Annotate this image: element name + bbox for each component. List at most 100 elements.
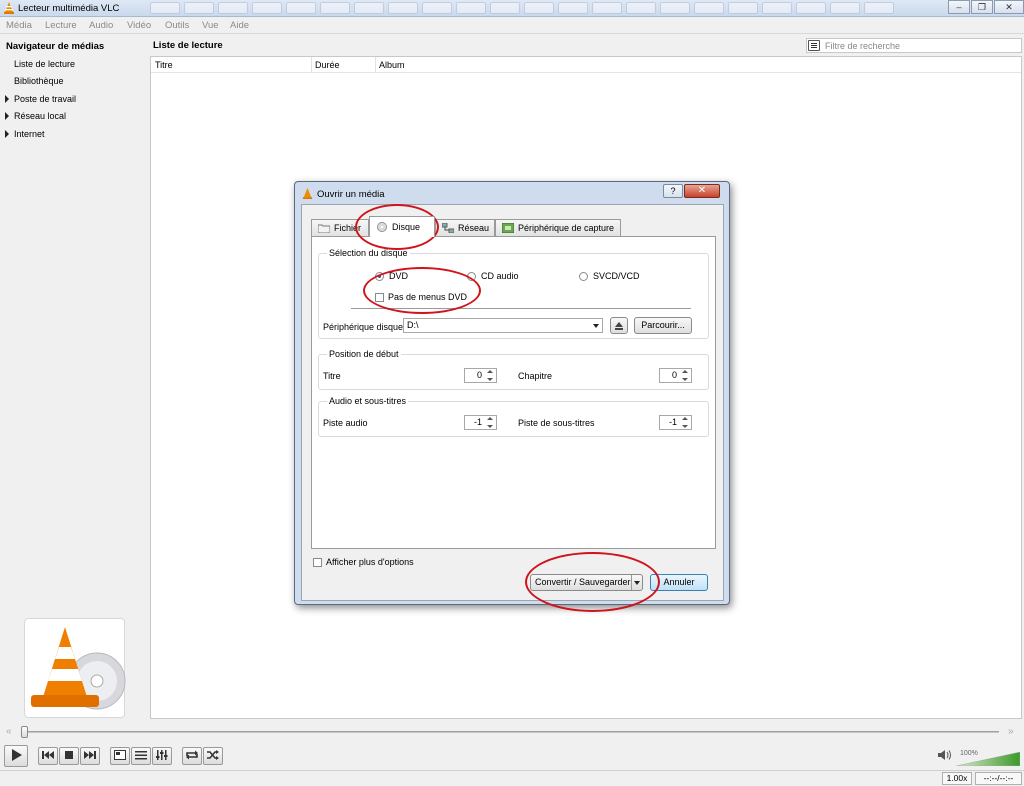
tab-file[interactable]: Fichier [311,219,369,236]
loop-icon [186,750,198,760]
playlist-title: Liste de lecture [153,40,223,51]
column-title[interactable]: Titre [155,60,173,70]
radio-cd-audio[interactable] [467,272,476,281]
sidebar-item-playlist[interactable]: Liste de lecture [14,59,75,69]
background-taskbar [120,1,954,15]
radio-dvd-label[interactable]: DVD [389,271,408,281]
fullscreen-button[interactable] [110,747,130,765]
seek-bar[interactable]: « » [0,724,1024,740]
subtitle-track-label: Piste de sous-titres [518,418,595,428]
stop-icon [65,751,73,759]
media-browser-sidebar: Navigateur de médias Liste de lecture Bi… [0,35,150,718]
menu-vue[interactable]: Vue [202,20,219,31]
shuffle-button[interactable] [203,747,223,765]
dialog-title: Ouvrir un média [317,189,385,200]
tab-disc[interactable]: Disque [369,216,435,237]
no-dvd-menus-checkbox[interactable] [375,293,384,302]
loop-button[interactable] [182,747,202,765]
browse-button[interactable]: Parcourir... [634,317,692,334]
title-label: Titre [323,371,341,381]
subtitle-track-spinbox[interactable]: -1 [659,415,692,430]
help-button[interactable]: ? [663,184,683,198]
chevron-down-icon[interactable] [634,581,640,585]
spin-up-icon[interactable] [680,369,690,375]
equalizer-icon [156,750,168,760]
cancel-button[interactable]: Annuler [650,574,708,591]
audio-subtitles-group: Audio et sous-titres Piste audio -1 Pist… [318,396,709,437]
seek-forward-icon[interactable]: » [1008,726,1014,737]
column-album[interactable]: Album [379,60,405,70]
radio-dvd[interactable] [375,272,384,281]
playback-speed[interactable]: 1.00x [942,772,972,785]
seek-back-icon[interactable]: « [6,726,12,737]
spin-down-icon[interactable] [485,423,495,429]
minimize-button[interactable]: – [948,0,970,14]
close-icon: ✕ [1005,1,1013,12]
show-more-options-checkbox[interactable] [313,558,322,567]
stop-button[interactable] [59,747,79,765]
playlist-toggle-button[interactable] [131,747,151,765]
time-display[interactable]: --:--/--:-- [975,772,1022,785]
dialog-body: Fichier Disque Réseau Périphérique de ca… [301,204,724,601]
disc-device-label: Périphérique disque [323,322,404,332]
seek-handle[interactable] [21,726,28,738]
previous-button[interactable] [38,747,58,765]
tab-network[interactable]: Réseau [435,219,495,236]
menu-audio[interactable]: Audio [89,20,113,31]
search-filter[interactable]: Filtre de recherche [806,38,1022,53]
maximize-button[interactable]: ❐ [971,0,993,14]
search-input[interactable]: Filtre de recherche [825,41,900,51]
status-bar: 1.00x --:--/--:-- [0,770,1024,786]
audio-track-label: Piste audio [323,418,368,428]
spin-down-icon[interactable] [485,376,495,382]
menu-aide[interactable]: Aide [230,20,249,31]
vlc-cone-icon [302,188,313,199]
radio-cd-audio-label[interactable]: CD audio [481,271,519,281]
speaker-icon[interactable] [938,749,952,761]
audio-subtitles-label: Audio et sous-titres [327,396,409,406]
chapter-label: Chapitre [518,371,553,381]
fullscreen-icon [114,750,126,760]
spin-up-icon[interactable] [485,369,495,375]
chevron-down-icon [593,324,599,328]
sidebar-item-workstation[interactable]: Poste de travail [14,94,76,104]
radio-svcd-vcd[interactable] [579,272,588,281]
sidebar-item-local-network[interactable]: Réseau local [14,111,66,121]
menu-media[interactable]: Média [6,20,32,31]
eject-button[interactable] [610,317,628,334]
spin-down-icon[interactable] [680,423,690,429]
sidebar-heading: Navigateur de médias [6,41,105,52]
dialog-close-button[interactable]: ✕ [684,184,720,198]
title-spinbox[interactable]: 0 [464,368,497,383]
tab-capture-device[interactable]: Périphérique de capture [495,219,621,236]
spin-up-icon[interactable] [485,416,495,422]
close-button[interactable]: ✕ [994,0,1024,14]
disc-device-select[interactable]: D:\ [403,318,603,333]
sidebar-item-internet[interactable]: Internet [14,129,45,139]
radio-svcd-vcd-label[interactable]: SVCD/VCD [593,271,640,281]
play-button[interactable] [4,745,28,767]
no-dvd-menus-label[interactable]: Pas de menus DVD [388,292,467,302]
playlist-view-icon[interactable] [808,40,820,51]
expand-arrow-icon[interactable] [5,95,9,103]
convert-save-button[interactable]: Convertir / Sauvegarder [530,574,643,591]
sidebar-item-library[interactable]: Bibliothèque [14,76,64,86]
next-button[interactable] [80,747,100,765]
spin-up-icon[interactable] [680,416,690,422]
next-icon [84,751,96,759]
spin-down-icon[interactable] [680,376,690,382]
expand-arrow-icon[interactable] [5,112,9,120]
audio-track-spinbox[interactable]: -1 [464,415,497,430]
window-title: Lecteur multimédia VLC [18,3,120,14]
menu-video[interactable]: Vidéo [127,20,151,31]
extended-settings-button[interactable] [152,747,172,765]
volume-slider[interactable] [956,752,1020,766]
show-more-options-label[interactable]: Afficher plus d'options [326,557,414,567]
menu-outils[interactable]: Outils [165,20,189,31]
column-duration[interactable]: Durée [315,60,340,70]
disc-selection-group: Sélection du disque DVD CD audio SVCD/VC… [318,248,709,339]
vlc-cone-disc-icon [31,627,126,710]
menu-lecture[interactable]: Lecture [45,20,77,31]
expand-arrow-icon[interactable] [5,130,9,138]
chapter-spinbox[interactable]: 0 [659,368,692,383]
